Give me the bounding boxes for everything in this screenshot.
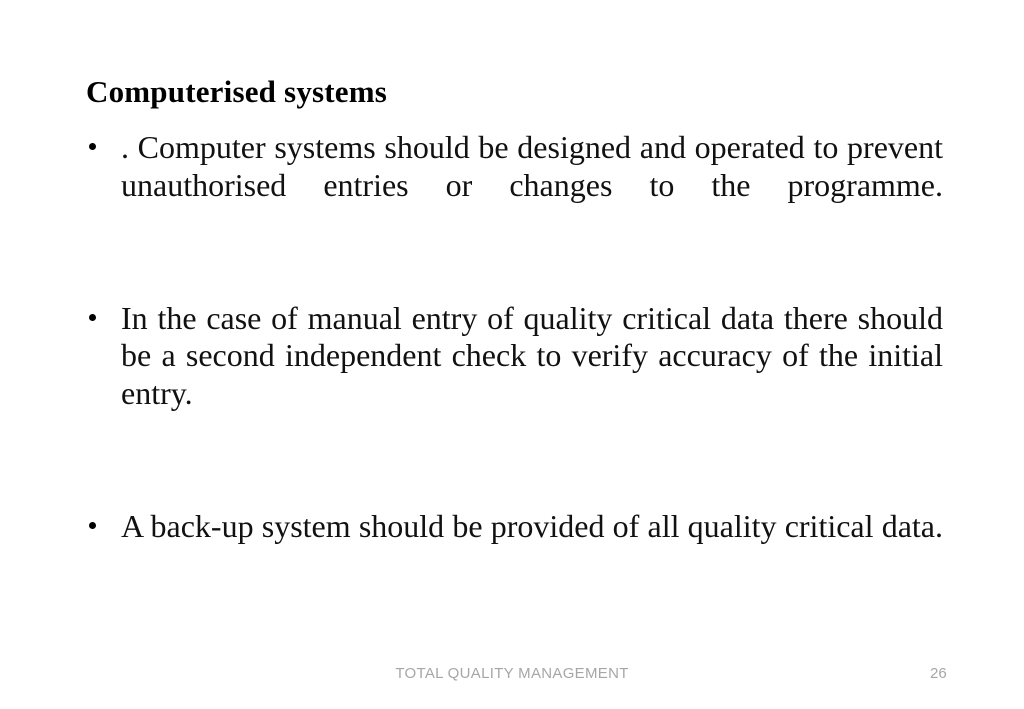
list-item-text: In the case of manual entry of quality c… — [121, 299, 943, 411]
page-title: Computerised systems — [86, 74, 388, 109]
slide-canvas: Computerised systems . Computer systems … — [0, 0, 1024, 709]
bullet-dot-icon — [89, 313, 96, 321]
slide-footer: TOTAL QUALITY MANAGEMENT 26 — [0, 663, 1024, 687]
list-item: A back-up system should be provided of a… — [85, 508, 943, 583]
list-item-text: . Computer systems should be designed an… — [121, 129, 943, 203]
bullet-dot-icon — [89, 143, 96, 150]
list-item: . Computer systems should be designed an… — [85, 129, 943, 242]
list-item-text: A back-up system should be provided of a… — [121, 507, 943, 544]
bullet-list: . Computer systems should be designed an… — [85, 129, 943, 583]
footer-title: TOTAL QUALITY MANAGEMENT — [395, 665, 629, 682]
bullet-dot-icon — [89, 521, 96, 529]
list-item: In the case of manual entry of quality c… — [85, 300, 943, 450]
page-number: 26 — [930, 665, 947, 682]
